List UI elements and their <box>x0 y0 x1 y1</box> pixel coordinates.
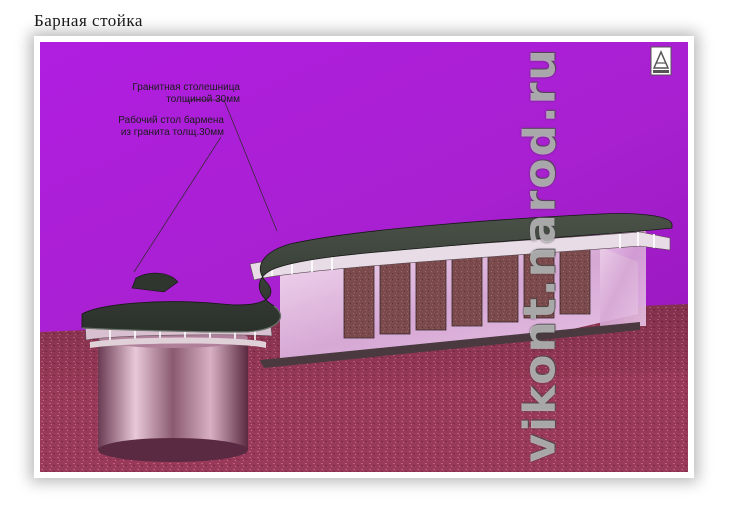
page-title: Барная стойка <box>34 11 143 30</box>
counter-cylinder-base <box>98 328 248 462</box>
render-image <box>40 42 688 472</box>
annotation-countertop-line2: толщиной 30мм <box>166 94 240 105</box>
bar-counter-render <box>40 42 688 472</box>
annotation-countertop-line1: Гранитная столешница <box>132 82 240 93</box>
render-frame: Гранитная столешница толщиной 30мм Рабоч… <box>34 36 694 478</box>
logo-icon <box>650 46 672 76</box>
annotation-bartender-line1: Рабочий стол бармена <box>118 115 224 126</box>
annotation-bartender-table: Рабочий стол бармена из гранита толщ.30м… <box>74 115 224 139</box>
annotation-countertop: Гранитная столешница толщиной 30мм <box>90 82 240 106</box>
annotation-bartender-line2: из гранита толщ.30мм <box>120 127 224 138</box>
